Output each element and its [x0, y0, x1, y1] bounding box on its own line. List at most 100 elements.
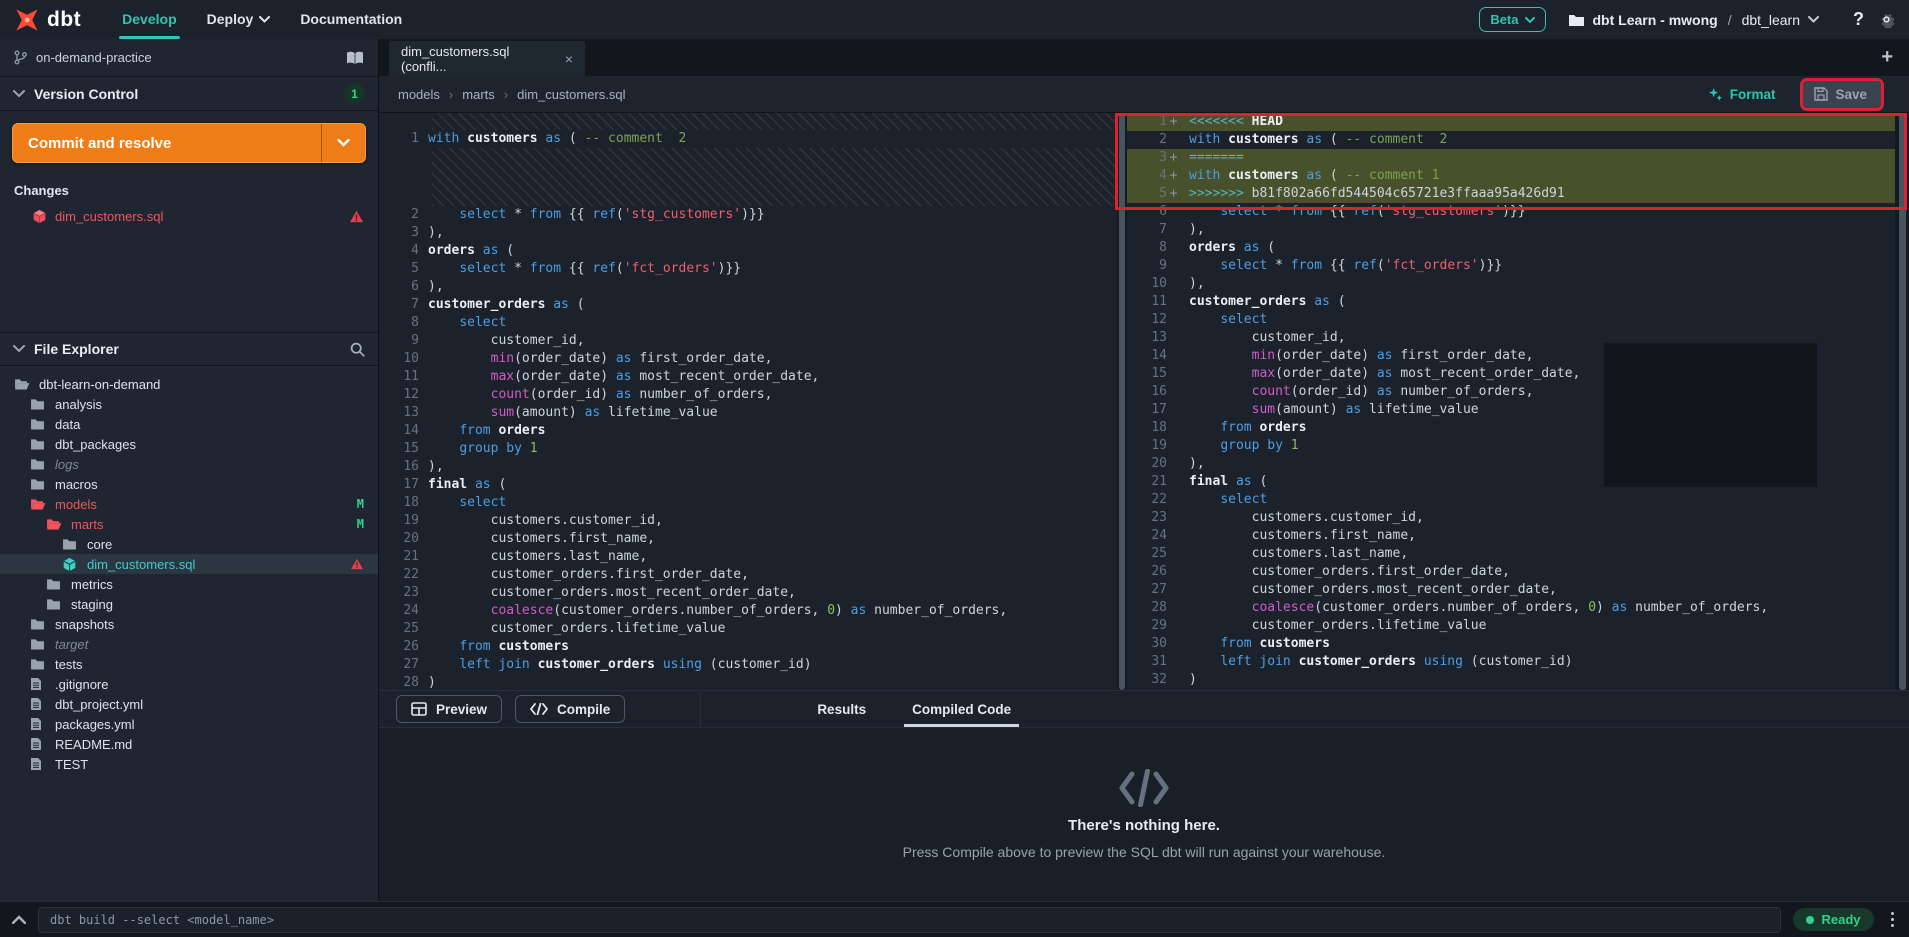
version-control-header[interactable]: Version Control 1	[0, 77, 378, 111]
changed-file-dim-customers[interactable]: dim_customers.sql	[0, 204, 378, 228]
code-editor-current[interactable]: 1with customers as ( -- comment 2 2 selec…	[379, 113, 1117, 690]
code-line[interactable]: 9 select * from {{ ref('fct_orders')}}	[1127, 257, 1895, 275]
status-badge[interactable]: Ready	[1793, 908, 1873, 931]
tree-item-macros[interactable]: macros	[0, 474, 378, 494]
tab-compiled-code[interactable]: Compiled Code	[912, 691, 1011, 727]
tree-item-logs[interactable]: logs	[0, 454, 378, 474]
code-line[interactable]: 25 customer_orders.lifetime_value	[379, 620, 1117, 638]
code-line[interactable]: 12 select	[1127, 311, 1895, 329]
dbt-logo[interactable]: dbt	[14, 7, 81, 33]
compile-button[interactable]: Compile	[515, 695, 625, 723]
code-line[interactable]: 6),	[379, 278, 1117, 296]
code-line[interactable]: 18 select	[379, 494, 1117, 512]
code-line[interactable]: 28)	[379, 674, 1117, 690]
code-line[interactable]: 3),	[379, 224, 1117, 242]
tree-item-marts[interactable]: martsM	[0, 514, 378, 534]
gear-icon[interactable]	[1878, 11, 1895, 28]
tree-item-dbt-learn-on-demand[interactable]: dbt-learn-on-demand	[0, 374, 378, 394]
commit-and-resolve-button[interactable]: Commit and resolve	[12, 123, 366, 163]
code-line[interactable]: 25 customers.last_name,	[1127, 545, 1895, 563]
code-line[interactable]: 1+<<<<<<< HEAD	[1127, 113, 1895, 131]
tree-item-staging[interactable]: staging	[0, 594, 378, 614]
code-line[interactable]: 14 from orders	[379, 422, 1117, 440]
tree-item-target[interactable]: target	[0, 634, 378, 654]
preview-button[interactable]: Preview	[396, 695, 502, 723]
help-icon[interactable]: ?	[1853, 9, 1864, 30]
breadcrumb-file[interactable]: dim_customers.sql	[517, 87, 625, 102]
code-line[interactable]: 28 coalesce(customer_orders.number_of_or…	[1127, 599, 1895, 617]
code-line[interactable]: 22 customer_orders.first_order_date,	[379, 566, 1117, 584]
code-line[interactable]: 19 customers.customer_id,	[379, 512, 1117, 530]
code-line[interactable]: 20 customers.first_name,	[379, 530, 1117, 548]
pane-scrollbar[interactable]	[1117, 113, 1127, 690]
tree-item-packages-yml[interactable]: packages.yml	[0, 714, 378, 734]
code-line[interactable]: 24 customers.first_name,	[1127, 527, 1895, 545]
code-line[interactable]: 24 coalesce(customer_orders.number_of_or…	[379, 602, 1117, 620]
code-line[interactable]: 27 customer_orders.most_recent_order_dat…	[1127, 581, 1895, 599]
project-switcher[interactable]: dbt Learn - mwong / dbt_learn	[1568, 12, 1820, 28]
code-line[interactable]: 11 max(order_date) as most_recent_order_…	[379, 368, 1117, 386]
breadcrumb-models[interactable]: models	[398, 87, 440, 102]
tree-item-analysis[interactable]: analysis	[0, 394, 378, 414]
code-line[interactable]: 17final as (	[379, 476, 1117, 494]
code-line[interactable]: 3+=======	[1127, 149, 1895, 167]
tab-close-icon[interactable]: ×	[565, 51, 573, 67]
code-line[interactable]: 5 select * from {{ ref('fct_orders')}}	[379, 260, 1117, 278]
new-tab-button[interactable]: +	[1881, 46, 1893, 69]
commit-options-chevron[interactable]	[321, 124, 365, 162]
tree-item-data[interactable]: data	[0, 414, 378, 434]
code-line[interactable]: 2with customers as ( -- comment 2	[1127, 131, 1895, 149]
tab-dim-customers[interactable]: dim_customers.sql (confli... ×	[389, 41, 585, 76]
tree-item-dim-customers-sql[interactable]: dim_customers.sql	[0, 554, 378, 574]
tree-item--gitignore[interactable]: .gitignore	[0, 674, 378, 694]
tree-item-core[interactable]: core	[0, 534, 378, 554]
tab-results[interactable]: Results	[817, 691, 866, 727]
code-line[interactable]: 12 count(order_id) as number_of_orders,	[379, 386, 1117, 404]
branch-selector[interactable]: on-demand-practice	[0, 39, 378, 77]
chevron-up-icon[interactable]	[12, 915, 26, 924]
beta-dropdown[interactable]: Beta	[1479, 7, 1545, 32]
nav-deploy[interactable]: Deploy	[192, 0, 286, 39]
nav-develop[interactable]: Develop	[107, 0, 191, 39]
code-line[interactable]: 6 select * from {{ ref('stg_customers')}…	[1127, 203, 1895, 221]
code-line[interactable]: 31 left join customer_orders using (cust…	[1127, 653, 1895, 671]
command-input[interactable]: dbt build --select <model_name>	[38, 907, 1781, 933]
docs-book-icon[interactable]	[346, 51, 364, 65]
code-line[interactable]: 2 select * from {{ ref('stg_customers')}…	[379, 206, 1117, 224]
code-line[interactable]: 7),	[1127, 221, 1895, 239]
code-line[interactable]: 4+with customers as ( -- comment 1	[1127, 167, 1895, 185]
code-line[interactable]: 4orders as (	[379, 242, 1117, 260]
code-line[interactable]: 8 select	[379, 314, 1117, 332]
code-line[interactable]: 11customer_orders as (	[1127, 293, 1895, 311]
code-line[interactable]: 29 customer_orders.lifetime_value	[1127, 617, 1895, 635]
tree-item-dbt-packages[interactable]: dbt_packages	[0, 434, 378, 454]
save-button[interactable]: Save	[1803, 81, 1881, 108]
editor-scrollbar[interactable]	[1895, 113, 1909, 690]
breadcrumb-marts[interactable]: marts	[462, 87, 495, 102]
code-line[interactable]: 9 customer_id,	[379, 332, 1117, 350]
tree-item-readme-md[interactable]: README.md	[0, 734, 378, 754]
code-line[interactable]: 8orders as (	[1127, 239, 1895, 257]
code-line[interactable]: 15 group by 1	[379, 440, 1117, 458]
tree-item-tests[interactable]: tests	[0, 654, 378, 674]
file-explorer-header[interactable]: File Explorer	[0, 332, 378, 366]
code-line[interactable]: 1with customers as ( -- comment 2	[379, 130, 1117, 148]
code-line[interactable]: 5+>>>>>>> b81f802a66fd544504c65721e3ffaa…	[1127, 185, 1895, 203]
code-editor-incoming[interactable]: 1+<<<<<<< HEAD2with customers as ( -- co…	[1127, 113, 1895, 690]
code-line[interactable]: 16),	[379, 458, 1117, 476]
code-line[interactable]: 27 left join customer_orders using (cust…	[379, 656, 1117, 674]
code-line[interactable]: 30 from customers	[1127, 635, 1895, 653]
code-line[interactable]: 22 select	[1127, 491, 1895, 509]
search-icon[interactable]	[350, 342, 365, 357]
code-line[interactable]: 21 customers.last_name,	[379, 548, 1117, 566]
code-line[interactable]: 10),	[1127, 275, 1895, 293]
code-line[interactable]: 32)	[1127, 671, 1895, 689]
code-line[interactable]: 26 customer_orders.first_order_date,	[1127, 563, 1895, 581]
tree-item-models[interactable]: modelsM	[0, 494, 378, 514]
code-line[interactable]: 13 sum(amount) as lifetime_value	[379, 404, 1117, 422]
code-line[interactable]: 23 customers.customer_id,	[1127, 509, 1895, 527]
code-line[interactable]: 23 customer_orders.most_recent_order_dat…	[379, 584, 1117, 602]
tree-item-dbt-project-yml[interactable]: dbt_project.yml	[0, 694, 378, 714]
nav-documentation[interactable]: Documentation	[285, 0, 417, 39]
tree-item-metrics[interactable]: metrics	[0, 574, 378, 594]
